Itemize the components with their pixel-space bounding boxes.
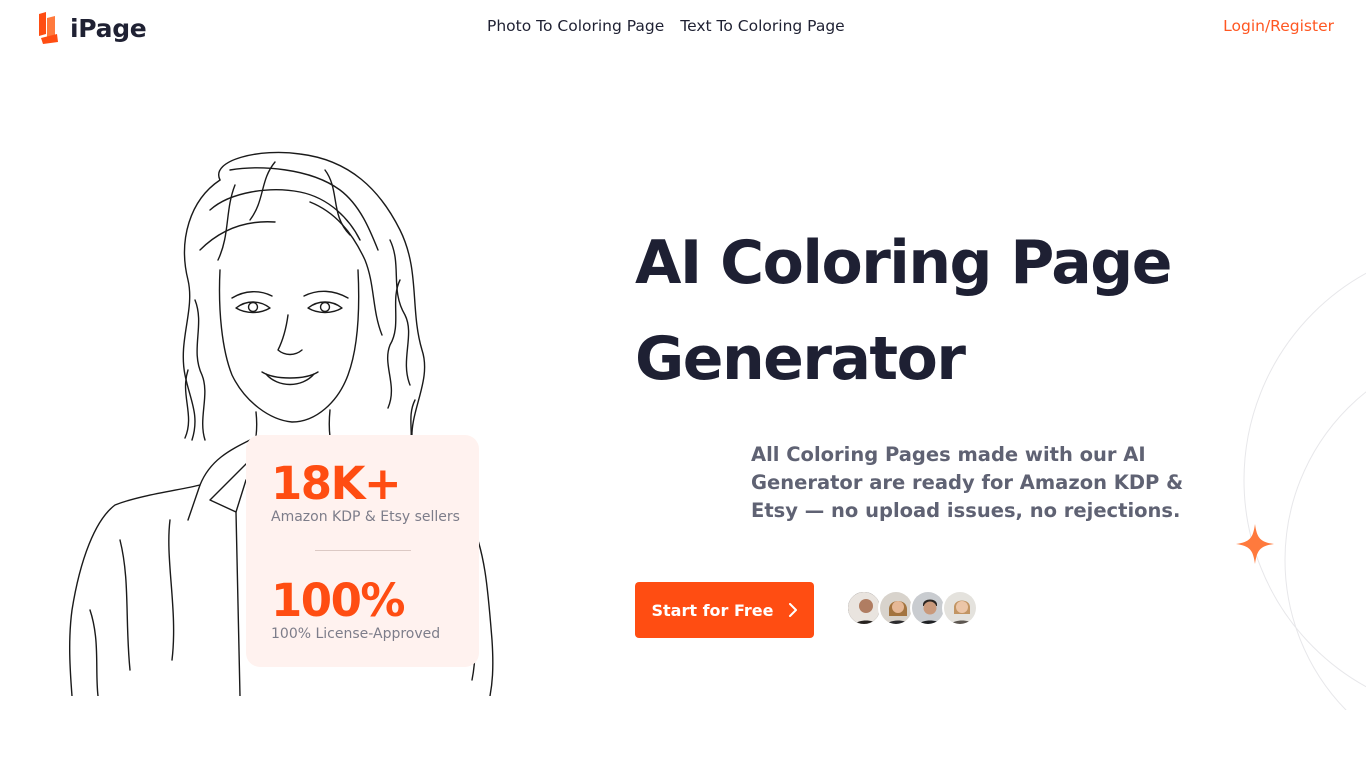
login-register-link[interactable]: Login/Register [1223,17,1334,35]
stat-value-license: 100% [271,574,406,627]
sparkle-icon [1236,524,1274,564]
logo[interactable]: iPage [38,12,147,44]
logo-icon [39,12,58,44]
hero-title-line-1: AI Coloring Page [635,228,1172,298]
stats-divider [315,550,411,551]
avatar [878,590,914,626]
avatar [942,590,978,626]
hero-title-line-2: Generator [635,324,966,394]
main-nav: Photo To Coloring Page Text To Coloring … [487,17,845,35]
nav-photo-to-coloring-page[interactable]: Photo To Coloring Page [487,17,664,35]
stat-value-sellers: 18K+ [271,457,402,510]
stat-label-license: 100% License-Approved [271,626,441,642]
start-for-free-button[interactable]: Start for Free [635,582,814,638]
avatar [846,590,882,626]
site-header: iPage Photo To Coloring Page Text To Col… [0,0,1366,56]
cta-label: Start for Free [651,600,774,620]
nav-text-to-coloring-page[interactable]: Text To Coloring Page [680,17,844,35]
stats-card: 18K+ Amazon KDP & Etsy sellers 100% 100%… [246,435,479,667]
hero-title: AI Coloring Page Generator [635,215,1235,407]
brand-name: iPage [70,13,147,43]
stat-label-sellers: Amazon KDP & Etsy sellers [271,509,460,525]
hero-subtitle: All Coloring Pages made with our AI Gene… [751,443,1184,522]
chevron-right-icon [788,603,797,617]
avatar [910,590,946,626]
